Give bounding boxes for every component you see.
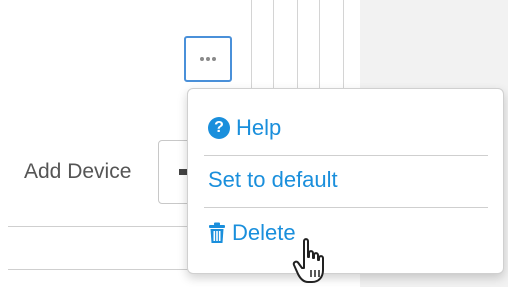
hand-pointer-cursor-icon: [292, 237, 332, 285]
divider: [8, 269, 208, 270]
divider: [8, 226, 208, 227]
ellipsis-icon: [200, 57, 216, 61]
question-circle-icon: ?: [208, 117, 230, 139]
more-options-button[interactable]: [184, 36, 232, 82]
screen: Add Device ? Help Set to default Delete: [0, 0, 508, 287]
menu-separator: [204, 155, 488, 156]
menu-item-delete[interactable]: Delete: [208, 220, 296, 246]
menu-item-label: Help: [236, 115, 282, 140]
menu-item-set-to-default[interactable]: Set to default: [208, 167, 338, 193]
add-device-label: Add Device: [24, 160, 132, 183]
trash-icon: [208, 222, 226, 244]
menu-item-label: Set to default: [208, 167, 338, 192]
options-dropdown-menu: ? Help Set to default Delete: [187, 88, 504, 274]
menu-item-label: Delete: [232, 220, 296, 245]
menu-separator: [204, 207, 488, 208]
menu-item-help[interactable]: ? Help: [208, 115, 281, 141]
